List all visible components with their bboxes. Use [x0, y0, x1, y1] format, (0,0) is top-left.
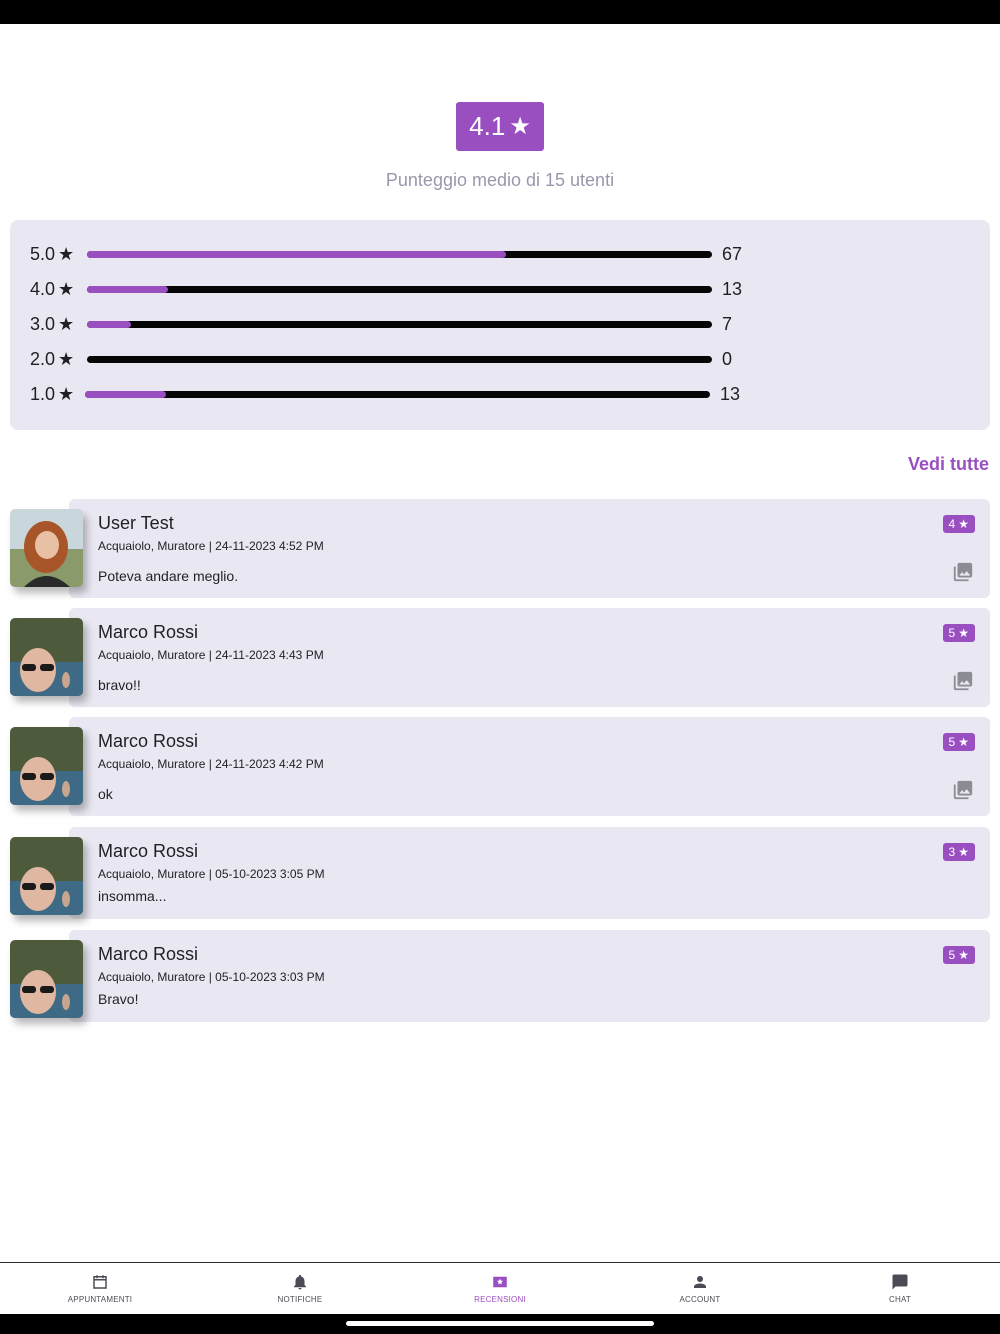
distribution-bar-fill	[85, 390, 167, 398]
star-icon: ★	[958, 735, 969, 749]
star-icon: ★	[958, 948, 969, 962]
distribution-count: 7	[722, 313, 733, 334]
distribution-bar-fill	[87, 250, 506, 258]
star-icon: ★	[58, 313, 75, 334]
distribution-bar	[85, 390, 710, 398]
nav-label: CHAT	[889, 1295, 911, 1304]
nav-label: ACCOUNT	[679, 1295, 721, 1304]
see-all-link[interactable]: Vedi tutte	[908, 454, 989, 475]
distribution-row-4: 4.0 ★ 13	[30, 276, 742, 302]
reviewer-name: User Test	[98, 513, 174, 533]
home-indicator	[346, 1321, 654, 1326]
review-text: bravo!!	[98, 677, 141, 693]
star-icon: ★	[58, 348, 75, 369]
status-bar	[0, 0, 1000, 24]
distribution-label: 2.0 ★	[30, 348, 75, 369]
review-rating-badge: 5 ★	[942, 624, 975, 642]
avatar	[10, 940, 83, 1018]
person-icon	[694, 1276, 706, 1288]
distribution-count: 13	[722, 278, 743, 299]
avatar	[10, 727, 83, 805]
distribution-label: 4.0 ★	[30, 278, 75, 299]
review-meta: Acquaiolo, Muratore | 05-10-2023 3:05 PM	[98, 867, 325, 881]
avatar	[10, 618, 83, 696]
distribution-bar-fill	[87, 320, 131, 328]
nav-item-chat[interactable]: CHAT	[800, 1263, 1000, 1314]
nav-item-notifiche[interactable]: NOTIFICHE	[200, 1263, 400, 1314]
distribution-row-1: 1.0 ★ 13	[30, 381, 740, 407]
image-gallery-icon[interactable]	[952, 779, 974, 801]
reviewer-name: Marco Rossi	[98, 944, 199, 964]
review-text: ok	[98, 786, 113, 802]
star-icon: ★	[958, 845, 969, 859]
distribution-bar	[87, 355, 712, 363]
distribution-row-2: 2.0 ★ 0	[30, 346, 732, 372]
review-text: Poteva andare meglio.	[98, 568, 239, 584]
avatar	[10, 837, 83, 915]
image-gallery-icon[interactable]	[952, 561, 974, 583]
distribution-count: 13	[720, 383, 741, 404]
distribution-count: 0	[722, 348, 733, 369]
nav-label: APPUNTAMENTI	[67, 1295, 133, 1304]
distribution-row-5: 5.0 ★ 67	[30, 241, 742, 267]
distribution-bar-fill	[87, 285, 169, 293]
distribution-count: 67	[722, 243, 743, 264]
distribution-label: 3.0 ★	[30, 313, 75, 334]
star-icon: ★	[509, 112, 531, 140]
star-icon: ★	[58, 243, 75, 264]
nav-item-appuntamenti[interactable]: APPUNTAMENTI	[0, 1263, 200, 1314]
review-rating-badge: 5 ★	[942, 946, 975, 964]
chat-icon	[892, 1274, 908, 1290]
reviewer-name: Marco Rossi	[98, 622, 199, 642]
nav-label: RECENSIONI	[474, 1295, 526, 1304]
bottom-navigation: APPUNTAMENTI NOTIFICHE RECENSIONI ACCOUN…	[0, 1262, 1000, 1314]
distribution-label: 5.0 ★	[30, 243, 75, 264]
review-rating-badge: 3 ★	[942, 843, 975, 861]
distribution-bar	[87, 250, 712, 258]
review-rating-badge: 5 ★	[942, 733, 975, 751]
avatar	[10, 509, 83, 587]
review-rating-badge: 4 ★	[942, 515, 975, 533]
calendar-icon	[93, 1275, 107, 1289]
review-meta: Acquaiolo, Muratore | 24-11-2023 4:42 PM	[98, 757, 324, 771]
review-text: Bravo!	[98, 991, 139, 1007]
distribution-bar	[87, 285, 712, 293]
average-score-value: 4.1	[469, 111, 506, 141]
distribution-bar	[87, 320, 712, 328]
star-icon: ★	[958, 626, 969, 640]
average-score-subtitle: Punteggio medio di 15 utenti	[385, 170, 615, 190]
review-meta: Acquaiolo, Muratore | 24-11-2023 4:52 PM	[98, 539, 324, 553]
distribution-label: 1.0 ★	[30, 383, 75, 404]
reviewer-name: Marco Rossi	[98, 731, 199, 751]
star-icon: ★	[958, 517, 969, 531]
rating-distribution-card: 5.0 ★ 67 4.0 ★ 13 3.0 ★ 7 2.0 ★ 0 1.0 ★ 13	[10, 220, 990, 430]
star-icon: ★	[58, 278, 75, 299]
nav-item-recensioni[interactable]: RECENSIONI	[400, 1263, 600, 1314]
bell-icon	[294, 1274, 306, 1290]
reviewer-name: Marco Rossi	[98, 841, 199, 861]
distribution-row-3: 3.0 ★ 7	[30, 311, 732, 337]
reviews-star-icon	[493, 1276, 507, 1288]
star-icon: ★	[58, 383, 75, 404]
review-meta: Acquaiolo, Muratore | 05-10-2023 3:03 PM	[98, 970, 325, 984]
nav-label: NOTIFICHE	[277, 1295, 323, 1304]
average-score-badge: 4.1 ★	[456, 102, 544, 151]
review-meta: Acquaiolo, Muratore | 24-11-2023 4:43 PM	[98, 648, 324, 662]
nav-item-account[interactable]: ACCOUNT	[600, 1263, 800, 1314]
home-bar	[0, 1314, 1000, 1334]
image-gallery-icon[interactable]	[952, 670, 974, 692]
review-text: insomma...	[98, 888, 167, 904]
